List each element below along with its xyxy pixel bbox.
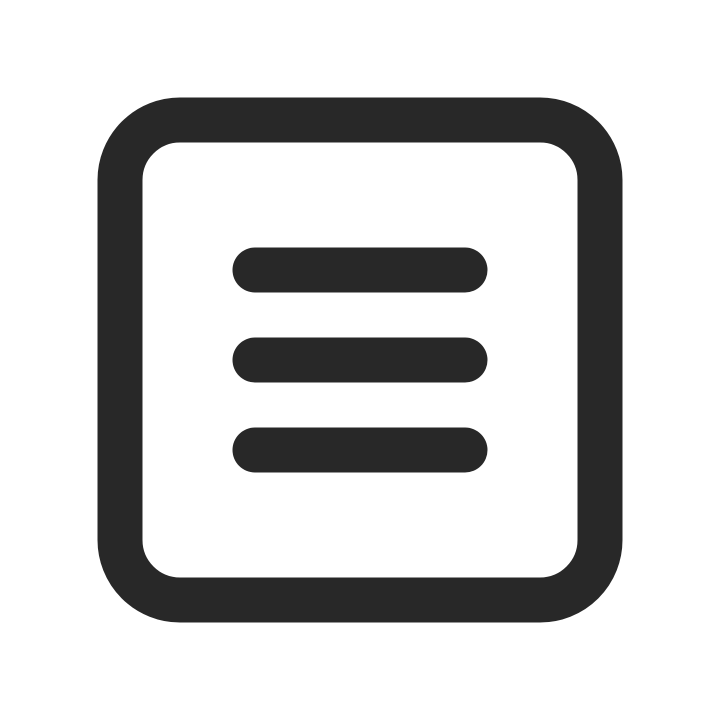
menu-square-icon[interactable] bbox=[0, 0, 720, 720]
menu-lines bbox=[232, 247, 488, 473]
icon-canvas bbox=[0, 0, 720, 720]
